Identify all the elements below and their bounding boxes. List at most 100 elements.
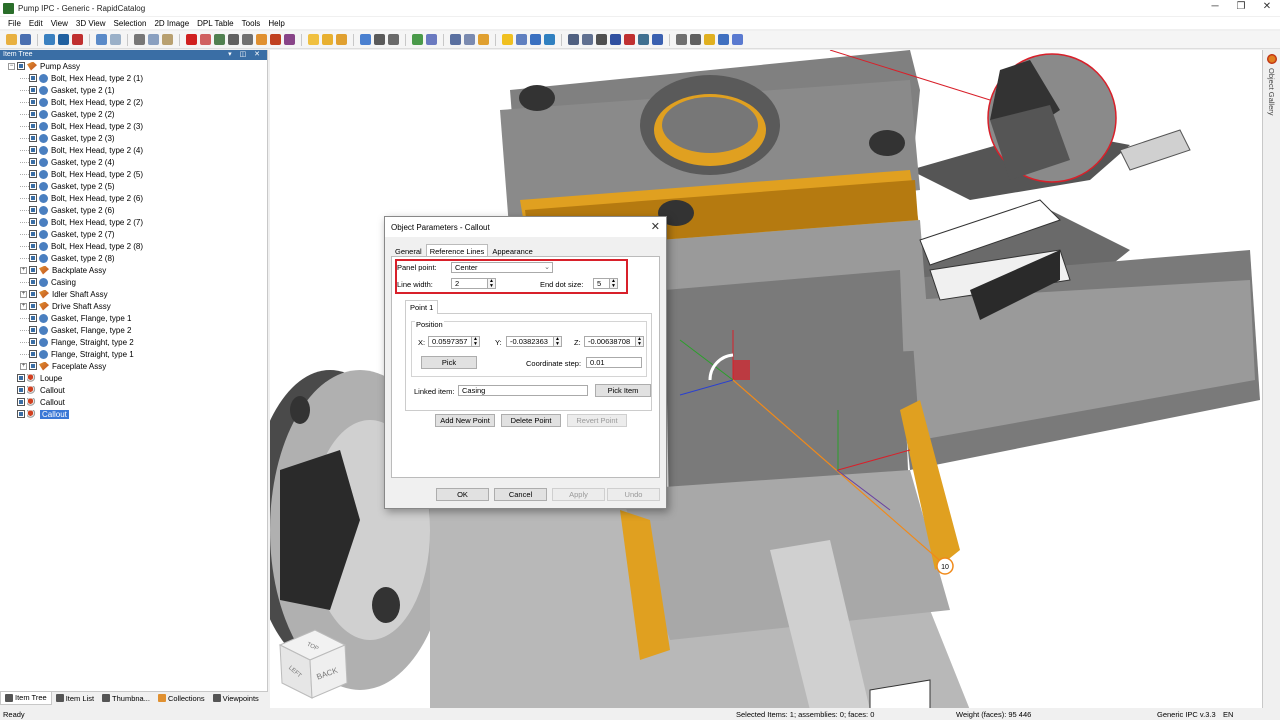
tree-item[interactable]: Casing — [20, 276, 76, 288]
refresh-icon[interactable] — [412, 34, 423, 45]
tree-item[interactable]: Gasket, type 2 (2) — [20, 108, 115, 120]
tree-item[interactable]: Bolt, Hex Head, type 2 (6) — [20, 192, 143, 204]
tool-icon[interactable] — [214, 34, 225, 45]
tree-item[interactable]: Bolt, Hex Head, type 2 (3) — [20, 120, 143, 132]
visibility-checkbox[interactable] — [17, 374, 25, 382]
revert-point-button[interactable]: Revert Point — [567, 414, 627, 427]
menu-edit[interactable]: Edit — [25, 19, 47, 28]
delete-all-icon[interactable] — [200, 34, 211, 45]
tab-collections[interactable]: Collections — [154, 692, 209, 705]
open-folder-icon[interactable] — [6, 34, 17, 45]
y-coordinate-input[interactable]: -0.0382363 ▲ ▼ — [506, 336, 562, 347]
tree-item[interactable]: Bolt, Hex Head, type 2 (7) — [20, 216, 143, 228]
spin-arrows-icon[interactable]: ▲ ▼ — [487, 279, 495, 288]
visibility-checkbox[interactable] — [29, 110, 37, 118]
apply-button[interactable]: Apply — [552, 488, 605, 501]
visibility-checkbox[interactable] — [17, 62, 25, 70]
object-gallery-sidebar[interactable]: Object Gallery — [1262, 50, 1280, 710]
visibility-checkbox[interactable] — [29, 338, 37, 346]
view-icon[interactable] — [426, 34, 437, 45]
cut-icon[interactable] — [134, 34, 145, 45]
tree-item[interactable]: Bolt, Hex Head, type 2 (1) — [20, 72, 143, 84]
cancel-button[interactable]: Cancel — [494, 488, 547, 501]
window-icon[interactable] — [450, 34, 461, 45]
visibility-checkbox[interactable] — [29, 278, 37, 286]
cylinder-icon[interactable] — [704, 34, 715, 45]
visibility-checkbox[interactable] — [29, 230, 37, 238]
tree-item[interactable]: Gasket, Flange, type 1 — [20, 312, 132, 324]
parts-icon[interactable] — [270, 34, 281, 45]
section-icon[interactable] — [582, 34, 593, 45]
tree-item[interactable]: Callout — [8, 396, 65, 408]
axis-icon[interactable] — [530, 34, 541, 45]
spin-arrows-icon[interactable]: ▲ ▼ — [609, 279, 617, 288]
dialog-close-icon[interactable]: ✕ — [651, 220, 660, 233]
tree-item[interactable]: + Faceplate Assy — [20, 360, 106, 372]
pin-icon[interactable] — [544, 34, 555, 45]
tree-item[interactable]: Bolt, Hex Head, type 2 (4) — [20, 144, 143, 156]
tree-item[interactable]: Bolt, Hex Head, type 2 (5) — [20, 168, 143, 180]
visibility-checkbox[interactable] — [29, 254, 37, 262]
menu-view[interactable]: View — [47, 19, 72, 28]
select-arrow-icon[interactable] — [360, 34, 371, 45]
visibility-checkbox[interactable] — [29, 218, 37, 226]
tree-item[interactable]: + Drive Shaft Assy — [20, 300, 111, 312]
menu-2d-image[interactable]: 2D Image — [150, 19, 193, 28]
visibility-checkbox[interactable] — [29, 242, 37, 250]
assembly-icon[interactable] — [256, 34, 267, 45]
tree-item[interactable]: Loupe — [8, 372, 62, 384]
z-coordinate-input[interactable]: -0.00638708 ▲ ▼ — [584, 336, 644, 347]
tree-item[interactable]: + Idler Shaft Assy — [20, 288, 108, 300]
x-coordinate-input[interactable]: 0.0597357 ▲ ▼ — [428, 336, 480, 347]
menu-dpl-table[interactable]: DPL Table — [193, 19, 237, 28]
pick-item-button[interactable]: Pick Item — [595, 384, 651, 397]
tab-item-list[interactable]: Item List — [52, 692, 98, 705]
visibility-checkbox[interactable] — [29, 302, 37, 310]
monitor-icon[interactable] — [58, 34, 69, 45]
spin-arrows-icon[interactable]: ▲ ▼ — [471, 337, 479, 346]
expand-icon[interactable]: + — [20, 266, 27, 274]
check-icon[interactable] — [610, 34, 621, 45]
spin-arrows-icon[interactable]: ▲ ▼ — [635, 337, 643, 346]
tree-item[interactable]: + Backplate Assy — [20, 264, 106, 276]
grid-icon[interactable] — [568, 34, 579, 45]
shape3-icon[interactable] — [336, 34, 347, 45]
end-dot-size-spinner[interactable]: 5 ▲ ▼ — [593, 278, 618, 289]
visibility-checkbox[interactable] — [29, 122, 37, 130]
bulb-icon[interactable] — [502, 34, 513, 45]
measure-icon[interactable] — [516, 34, 527, 45]
menu-help[interactable]: Help — [264, 19, 288, 28]
cube-icon[interactable] — [718, 34, 729, 45]
delete-point-button[interactable]: Delete Point — [501, 414, 561, 427]
menu-tools[interactable]: Tools — [238, 19, 265, 28]
expand-icon[interactable]: + — [20, 302, 27, 310]
publish-icon[interactable] — [44, 34, 55, 45]
linked-item-field[interactable]: Casing — [458, 385, 588, 396]
image-icon[interactable] — [478, 34, 489, 45]
settings-icon[interactable] — [228, 34, 239, 45]
minimize-button[interactable]: ─ — [1202, 0, 1228, 16]
visibility-checkbox[interactable] — [29, 206, 37, 214]
tree-item[interactable]: Gasket, type 2 (3) — [20, 132, 115, 144]
close-button[interactable]: ✕ — [1254, 0, 1280, 16]
delete-icon[interactable] — [186, 34, 197, 45]
undo-icon[interactable] — [96, 34, 107, 45]
pick-button[interactable]: Pick — [421, 356, 477, 369]
ok-button[interactable]: OK — [436, 488, 489, 501]
visibility-checkbox[interactable] — [29, 266, 37, 274]
panel-point-select[interactable]: Center ⌄ — [451, 262, 553, 273]
tree-item[interactable]: Bolt, Hex Head, type 2 (8) — [20, 240, 143, 252]
visibility-checkbox[interactable] — [29, 362, 37, 370]
visibility-checkbox[interactable] — [29, 158, 37, 166]
visibility-checkbox[interactable] — [29, 134, 37, 142]
shape2-icon[interactable] — [322, 34, 333, 45]
select-tools-icon[interactable] — [374, 34, 385, 45]
add-new-point-button[interactable]: Add New Point — [435, 414, 495, 427]
palette-icon[interactable] — [284, 34, 295, 45]
pdf-icon[interactable] — [72, 34, 83, 45]
film-icon[interactable] — [638, 34, 649, 45]
undo-button[interactable]: Undo — [607, 488, 660, 501]
tab-point-1[interactable]: Point 1 — [405, 300, 439, 314]
collapse-icon[interactable]: − — [8, 62, 15, 70]
visibility-checkbox[interactable] — [29, 314, 37, 322]
